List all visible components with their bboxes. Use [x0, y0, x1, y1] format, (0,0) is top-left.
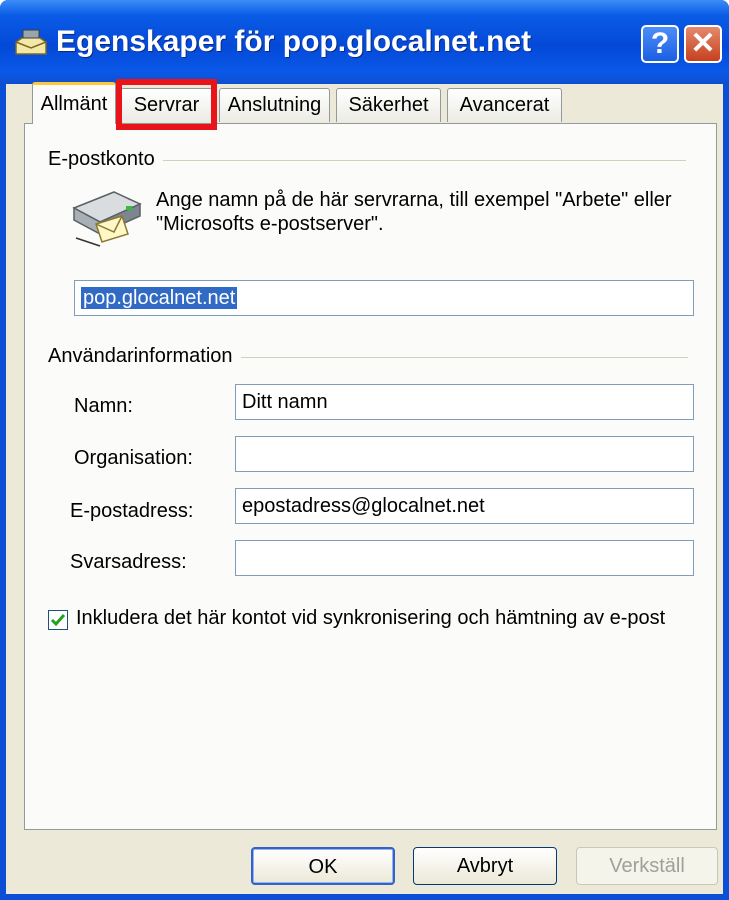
- help-button[interactable]: ?: [641, 25, 679, 63]
- account-description: Ange namn på de här servrarna, till exem…: [156, 189, 672, 235]
- apply-button[interactable]: Verkställ: [576, 847, 718, 885]
- mail-server-icon: [72, 191, 142, 247]
- name-field[interactable]: Ditt namn: [235, 384, 694, 420]
- tab-connection[interactable]: Anslutning: [219, 88, 330, 122]
- include-account-label[interactable]: Inkludera det här kontot vid synkroniser…: [76, 607, 665, 630]
- account-icon: [15, 29, 47, 55]
- ok-button[interactable]: OK: [251, 847, 395, 885]
- account-name-input[interactable]: pop.glocalnet.net: [74, 280, 694, 316]
- cancel-button[interactable]: Avbryt: [413, 847, 557, 885]
- check-mark-icon: [50, 614, 66, 627]
- account-group-title: E-postkonto: [48, 148, 163, 171]
- organisation-field[interactable]: [235, 436, 694, 472]
- title-bar[interactable]: Egenskaper för pop.glocalnet.net ? ✕: [0, 0, 729, 84]
- user-group-title: Användarinformation: [48, 345, 241, 368]
- email-field[interactable]: epostadress@glocalnet.net: [235, 488, 694, 524]
- tab-general[interactable]: Allmänt: [32, 82, 116, 124]
- organisation-label: Organisation:: [74, 447, 193, 469]
- reply-to-field[interactable]: [235, 540, 694, 576]
- window-title: Egenskaper för pop.glocalnet.net: [56, 25, 532, 58]
- include-account-checkbox[interactable]: [48, 610, 68, 630]
- tab-advanced[interactable]: Avancerat: [447, 88, 562, 122]
- name-label: Namn:: [74, 395, 133, 417]
- email-label: E-postadress:: [70, 500, 194, 522]
- reply-to-label: Svarsadress:: [70, 551, 187, 573]
- close-button[interactable]: ✕: [684, 25, 722, 63]
- servers-tab-highlight-box: [116, 79, 217, 130]
- account-name-value: pop.glocalnet.net: [81, 287, 238, 309]
- tab-security[interactable]: Säkerhet: [336, 88, 441, 122]
